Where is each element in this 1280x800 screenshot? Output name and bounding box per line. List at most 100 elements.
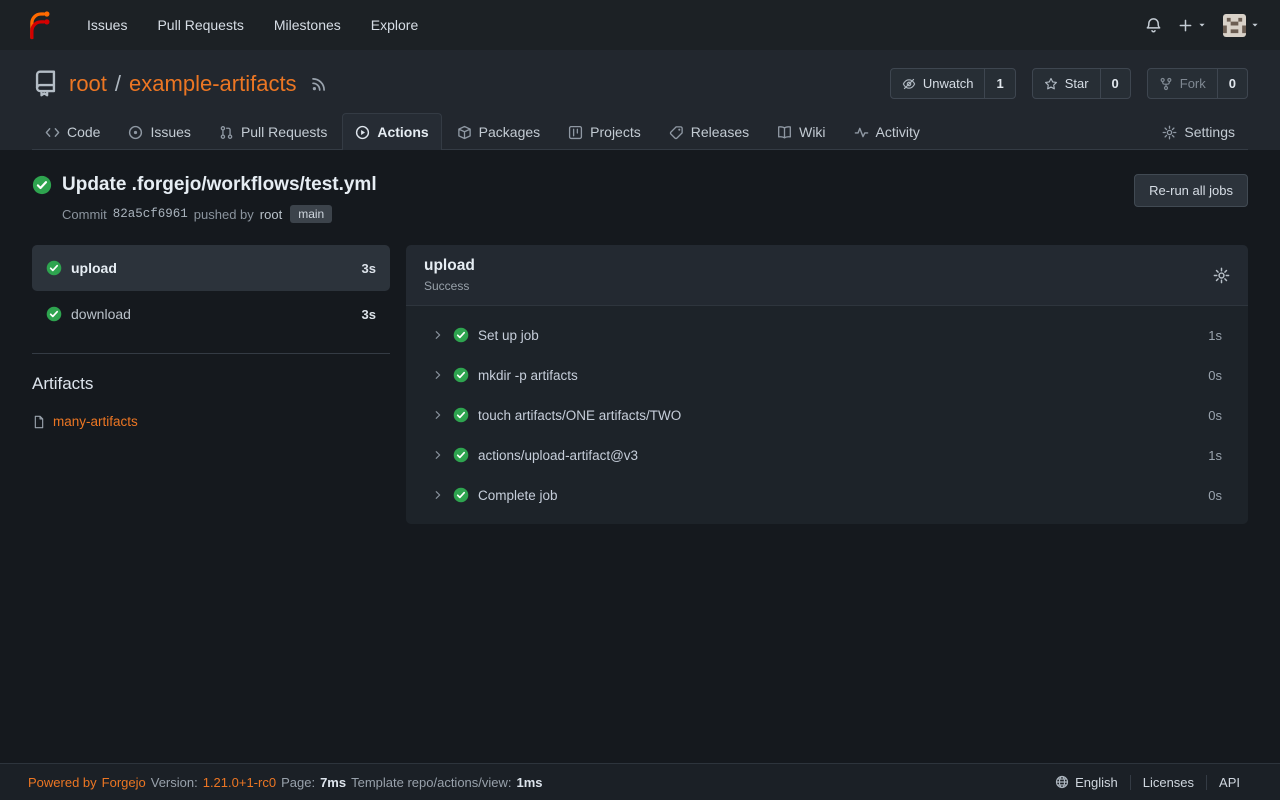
tab-actions[interactable]: Actions (342, 113, 441, 150)
check-circle-icon (46, 306, 62, 322)
step-row-complete-job[interactable]: Complete job 0s (406, 475, 1248, 515)
version-label: Version: (151, 775, 198, 790)
rerun-all-jobs-button[interactable]: Re-run all jobs (1134, 174, 1248, 207)
chevron-right-icon (432, 489, 444, 501)
tab-label: Wiki (799, 124, 825, 140)
check-circle-icon (453, 447, 469, 463)
tab-label: Actions (377, 124, 428, 140)
nav-pull-requests[interactable]: Pull Requests (144, 9, 256, 41)
step-name: Set up job (478, 328, 539, 343)
fork-button[interactable]: Fork 0 (1147, 68, 1248, 99)
template-time-label: Template repo/actions/view: (351, 775, 511, 790)
language-selector[interactable]: English (1043, 775, 1130, 790)
play-circle-icon (355, 125, 370, 140)
repo-name-link[interactable]: example-artifacts (129, 71, 297, 97)
job-name: upload (71, 260, 117, 276)
powered-by-link[interactable]: Powered by (28, 775, 97, 790)
rss-icon (311, 76, 327, 92)
tab-projects[interactable]: Projects (555, 113, 654, 150)
plus-icon (1178, 18, 1193, 33)
api-link[interactable]: API (1206, 775, 1252, 790)
page-time-value: 7ms (320, 775, 346, 790)
watch-count[interactable]: 1 (984, 69, 1014, 98)
pulse-icon (854, 125, 869, 140)
nav-issues[interactable]: Issues (74, 9, 140, 41)
step-name: mkdir -p artifacts (478, 368, 578, 383)
nav-explore[interactable]: Explore (358, 9, 431, 41)
check-circle-icon (46, 260, 62, 276)
package-icon (457, 125, 472, 140)
step-row-mkdir[interactable]: mkdir -p artifacts 0s (406, 355, 1248, 395)
chevron-right-icon (432, 369, 444, 381)
artifact-name: many-artifacts (53, 414, 138, 429)
commit-sha-link[interactable]: 82a5cf6961 (113, 207, 188, 221)
licenses-link[interactable]: Licenses (1130, 775, 1206, 790)
chevron-right-icon (432, 449, 444, 461)
forgejo-logo-icon (24, 10, 54, 40)
step-duration: 0s (1208, 408, 1222, 423)
unwatch-label: Unwatch (923, 76, 974, 91)
tab-label: Pull Requests (241, 124, 327, 140)
nav-milestones[interactable]: Milestones (261, 9, 354, 41)
eye-slash-icon (902, 77, 916, 91)
tab-settings[interactable]: Settings (1149, 113, 1248, 150)
tab-wiki[interactable]: Wiki (764, 113, 838, 150)
commit-line: Commit 82a5cf6961 pushed by root main (62, 205, 377, 223)
step-name: actions/upload-artifact@v3 (478, 448, 638, 463)
fork-count[interactable]: 0 (1217, 69, 1247, 98)
actions-run-view: Update .forgejo/workflows/test.yml Commi… (0, 150, 1280, 763)
gear-icon (1213, 267, 1230, 284)
tab-label: Activity (876, 124, 920, 140)
job-item-upload[interactable]: upload 3s (32, 245, 390, 291)
step-duration: 1s (1208, 448, 1222, 463)
book-icon (777, 125, 792, 140)
version-link[interactable]: 1.21.0+1-rc0 (203, 775, 276, 790)
tab-pull-requests[interactable]: Pull Requests (206, 113, 340, 150)
artifact-link-many-artifacts[interactable]: many-artifacts (32, 414, 138, 429)
job-options-button[interactable] (1213, 267, 1230, 284)
tab-label: Releases (691, 124, 749, 140)
job-item-download[interactable]: download 3s (32, 291, 390, 337)
run-columns: upload 3s download 3s Artifacts many-art… (32, 245, 1248, 524)
tab-activity[interactable]: Activity (841, 113, 933, 150)
repo-header: root / example-artifacts Unwatch 1 Star … (0, 50, 1280, 150)
pull-request-icon (219, 125, 234, 140)
step-row-touch[interactable]: touch artifacts/ONE artifacts/TWO 0s (406, 395, 1248, 435)
forgejo-logo[interactable] (24, 10, 54, 40)
create-new-menu[interactable] (1178, 18, 1207, 33)
notifications-button[interactable] (1145, 17, 1162, 34)
avatar (1223, 14, 1246, 37)
step-duration: 0s (1208, 368, 1222, 383)
repo-title-row: root / example-artifacts Unwatch 1 Star … (32, 68, 1248, 99)
repo-action-buttons: Unwatch 1 Star 0 Fork 0 (890, 68, 1248, 99)
tab-code[interactable]: Code (32, 113, 113, 150)
repo-owner-link[interactable]: root (69, 71, 107, 97)
issue-icon (128, 125, 143, 140)
project-board-icon (568, 125, 583, 140)
code-icon (45, 125, 60, 140)
tab-releases[interactable]: Releases (656, 113, 762, 150)
forgejo-link[interactable]: Forgejo (102, 775, 146, 790)
pusher-link[interactable]: root (260, 207, 282, 222)
language-label: English (1075, 775, 1118, 790)
bell-icon (1145, 17, 1162, 34)
step-list: Set up job 1s mkdir -p artifacts 0s touc… (406, 306, 1248, 524)
step-name: touch artifacts/ONE artifacts/TWO (478, 408, 681, 423)
unwatch-button[interactable]: Unwatch 1 (890, 68, 1016, 99)
topbar-right (1145, 14, 1260, 37)
step-row-upload-artifact[interactable]: actions/upload-artifact@v3 1s (406, 435, 1248, 475)
step-row-setup-job[interactable]: Set up job 1s (406, 315, 1248, 355)
job-name: download (71, 306, 131, 322)
tab-packages[interactable]: Packages (444, 113, 553, 150)
user-menu[interactable] (1223, 14, 1260, 37)
globe-icon (1055, 775, 1069, 789)
branch-badge[interactable]: main (290, 205, 332, 223)
job-duration: 3s (362, 261, 376, 276)
breadcrumb-separator: / (115, 71, 121, 97)
star-button[interactable]: Star 0 (1032, 68, 1131, 99)
star-count[interactable]: 0 (1100, 69, 1130, 98)
run-header: Update .forgejo/workflows/test.yml Commi… (32, 174, 1248, 223)
rss-feed-button[interactable] (311, 76, 327, 92)
top-navbar: Issues Pull Requests Milestones Explore (0, 0, 1280, 50)
tab-issues[interactable]: Issues (115, 113, 203, 150)
